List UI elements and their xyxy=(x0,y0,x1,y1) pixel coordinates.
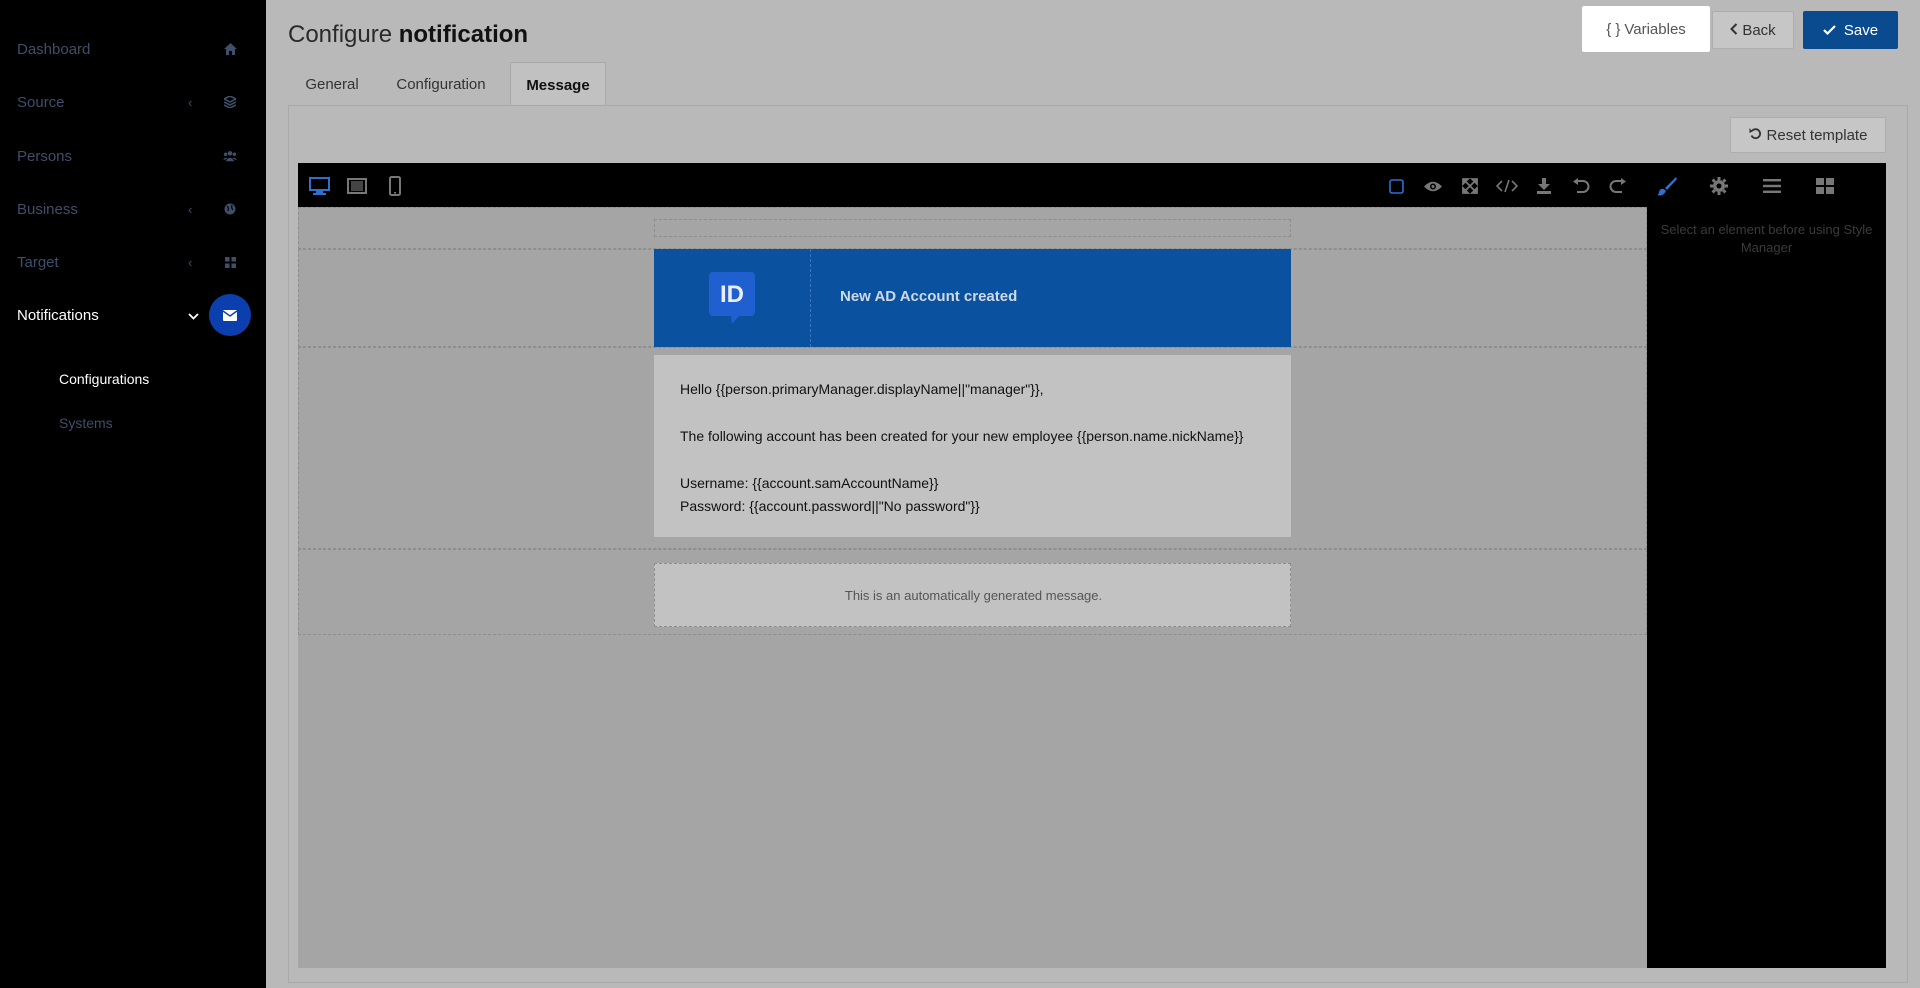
email-line-1: The following account has been created f… xyxy=(680,428,1244,444)
check-icon xyxy=(1823,22,1836,39)
braces-icon: { } xyxy=(1606,20,1621,38)
logo-text: ID xyxy=(720,281,744,308)
save-button[interactable]: Save xyxy=(1803,11,1898,49)
style-manager-hint: Select an element before using Style Man… xyxy=(1660,222,1873,255)
code-icon[interactable] xyxy=(1496,175,1518,197)
email-body[interactable]: Hello {{person.primaryManager.displayNam… xyxy=(654,355,1291,537)
globe-icon xyxy=(223,202,237,216)
layers-menu-icon[interactable] xyxy=(1761,175,1783,197)
email-canvas[interactable]: ID New AD Account created Hello {{person… xyxy=(298,207,1647,968)
id-logo: ID xyxy=(709,272,755,324)
sidebar-item-source[interactable]: Source ‹ xyxy=(0,82,266,122)
sidebar-item-dashboard[interactable]: Dashboard xyxy=(0,29,266,69)
sidebar-item-target[interactable]: Target ‹ xyxy=(0,242,266,282)
main-content: Configure notification { } Variables Bac… xyxy=(266,0,1920,988)
grid-icon xyxy=(223,255,237,269)
email-username: Username: {{account.samAccountName}} xyxy=(680,475,939,491)
email-header-title: New AD Account created xyxy=(840,288,1018,305)
email-password: Password: {{account.password||"No passwo… xyxy=(680,498,980,514)
page-title: Configure notification xyxy=(288,21,528,49)
undo-icon xyxy=(1749,127,1762,144)
sidebar-item-persons[interactable]: Persons xyxy=(0,136,266,176)
variables-button[interactable]: { } Variables xyxy=(1582,6,1710,52)
paint-brush-icon[interactable] xyxy=(1656,175,1678,197)
fullscreen-icon[interactable] xyxy=(1459,175,1481,197)
envelope-icon xyxy=(209,294,251,336)
tablet-view-icon[interactable] xyxy=(346,175,368,197)
email-header[interactable]: ID New AD Account created xyxy=(654,249,1291,347)
chevron-left-icon xyxy=(1730,22,1738,39)
save-label: Save xyxy=(1843,21,1879,39)
sidebar-item-business[interactable]: Business ‹ xyxy=(0,189,266,229)
chevron-left-icon: ‹ xyxy=(188,201,193,217)
gear-icon[interactable] xyxy=(1708,175,1730,197)
layers-icon xyxy=(223,95,237,109)
desktop-view-icon[interactable] xyxy=(308,175,330,197)
email-footer-text: This is an automatically generated messa… xyxy=(844,588,1103,603)
reset-template-label: Reset template xyxy=(1766,126,1868,144)
email-editor: ID New AD Account created Hello {{person… xyxy=(298,163,1886,968)
download-icon[interactable] xyxy=(1533,175,1555,197)
chevron-left-icon: ‹ xyxy=(188,254,193,270)
chevron-down-icon xyxy=(188,308,199,323)
mobile-view-icon[interactable] xyxy=(384,175,406,197)
users-icon xyxy=(223,149,237,163)
tab-message[interactable]: Message xyxy=(510,62,606,106)
blocks-grid-icon[interactable] xyxy=(1814,175,1836,197)
sidebar-item-notifications[interactable]: Notifications xyxy=(0,294,266,336)
email-footer[interactable]: This is an automatically generated messa… xyxy=(654,563,1291,627)
tab-configuration[interactable]: Configuration xyxy=(376,62,506,106)
page-title-prefix: Configure xyxy=(288,21,393,48)
chevron-left-icon: ‹ xyxy=(188,94,193,110)
style-manager-panel: Select an element before using Style Man… xyxy=(1647,207,1886,968)
sidebar-subitem-systems[interactable]: Systems xyxy=(59,415,113,431)
redo-icon[interactable] xyxy=(1607,175,1629,197)
email-greeting: Hello {{person.primaryManager.displayNam… xyxy=(680,381,1044,397)
component-outline-icon[interactable] xyxy=(1385,175,1407,197)
sidebar: Dashboard Source ‹ Persons Business ‹ Ta… xyxy=(0,0,266,988)
page-title-bold: notification xyxy=(398,21,529,48)
sidebar-subitem-configurations[interactable]: Configurations xyxy=(59,371,149,387)
preview-eye-icon[interactable] xyxy=(1422,175,1444,197)
back-button[interactable]: Back xyxy=(1712,11,1794,49)
logo-cell[interactable]: ID xyxy=(654,249,811,347)
undo-icon[interactable] xyxy=(1570,175,1592,197)
back-label: Back xyxy=(1742,21,1776,39)
email-preheader[interactable] xyxy=(654,219,1291,237)
reset-template-button[interactable]: Reset template xyxy=(1730,117,1886,153)
tab-general[interactable]: General xyxy=(288,62,376,106)
editor-toolbar xyxy=(298,163,1886,207)
variables-label: Variables xyxy=(1624,20,1686,38)
home-icon xyxy=(223,42,237,56)
